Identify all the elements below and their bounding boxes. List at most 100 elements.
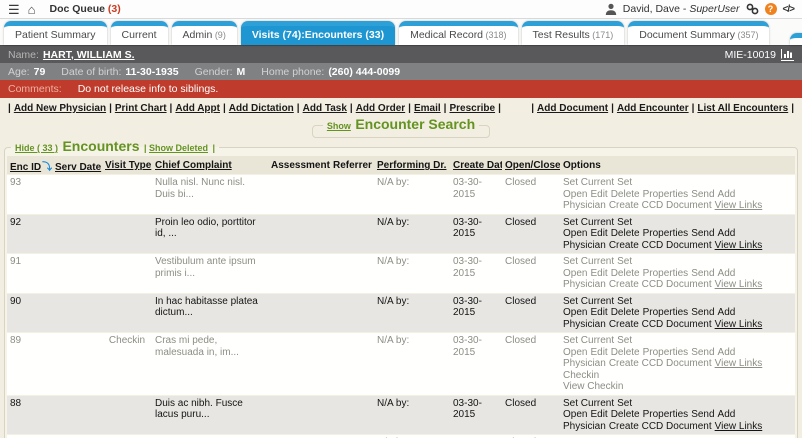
set-current-option-link[interactable]: Set Current <box>563 217 614 228</box>
list-all-encounters-link[interactable]: List All Encounters <box>697 103 788 114</box>
edit-option-link[interactable]: Edit <box>590 228 607 239</box>
add-order-link[interactable]: Add Order <box>356 103 405 114</box>
age-label: Age: <box>8 66 30 78</box>
delete-option-link[interactable]: Delete <box>611 409 640 420</box>
checkin-option-link[interactable]: Checkin <box>563 370 792 382</box>
column-label[interactable]: Chief Complaint <box>155 160 232 171</box>
tab-medical-record[interactable]: Medical Record (318) <box>399 21 517 45</box>
chief-complaint-cell: Cras mi pede, malesuada in, im... <box>152 333 268 396</box>
email-link[interactable]: Email <box>414 103 441 114</box>
create-ccd-document-option-link[interactable]: Create CCD Document <box>609 421 712 432</box>
view-links-option-link[interactable]: View Links <box>715 421 763 432</box>
show-deleted-toggle[interactable]: Show Deleted <box>149 143 208 153</box>
delete-option-link[interactable]: Delete <box>611 347 640 358</box>
set-current-option-link[interactable]: Set Current <box>563 177 614 188</box>
column-label[interactable]: Performing Dr. <box>377 160 446 171</box>
serv-date-cell <box>52 293 102 333</box>
properties-option-link[interactable]: Properties <box>643 347 689 358</box>
tab-patient-summary[interactable]: Patient Summary <box>4 21 107 45</box>
set-current-option-link[interactable]: Set Current <box>563 335 614 346</box>
send-option-link[interactable]: Send <box>691 409 714 420</box>
hide-encounters-toggle[interactable]: Hide ( 33 ) <box>15 143 58 153</box>
edit-option-link[interactable]: Edit <box>590 347 607 358</box>
create-ccd-document-option-link[interactable]: Create CCD Document <box>609 240 712 251</box>
performing-dr-cell: N/A by: <box>374 435 450 438</box>
create-ccd-document-option-link[interactable]: Create CCD Document <box>609 319 712 330</box>
add-task-link[interactable]: Add Task <box>303 103 347 114</box>
add-encounter-link[interactable]: Add Encounter <box>617 103 689 114</box>
sort-arrow-icon[interactable]: ⤵ <box>42 162 52 173</box>
tab-visits-74-encounters-33[interactable]: Visits (74):Encounters (33) <box>241 21 395 45</box>
properties-option-link[interactable]: Properties <box>643 189 689 200</box>
set-current-option-link[interactable]: Set Current <box>563 296 614 307</box>
tab-overflow-sliver[interactable] <box>790 33 802 45</box>
set-current-option-link[interactable]: Set Current <box>563 398 614 409</box>
delete-option-link[interactable]: Delete <box>611 189 640 200</box>
add-document-link[interactable]: Add Document <box>537 103 608 114</box>
encounter-row-90: 90In hac habitasse platea dictum...N/A b… <box>7 293 795 333</box>
bar-chart-icon[interactable] <box>781 49 794 61</box>
tab-label: Patient Summary <box>15 29 96 41</box>
tab-current[interactable]: Current <box>111 21 168 45</box>
send-option-link[interactable]: Send <box>691 347 714 358</box>
prescribe-link[interactable]: Prescribe <box>449 103 495 114</box>
chain-link-icon[interactable] <box>746 3 759 15</box>
properties-option-link[interactable]: Properties <box>643 409 689 420</box>
hamburger-menu-icon[interactable]: ☰ <box>8 3 20 16</box>
send-option-link[interactable]: Send <box>691 189 714 200</box>
view-links-option-link[interactable]: View Links <box>715 240 763 251</box>
send-option-link[interactable]: Send <box>691 228 714 239</box>
column-label[interactable]: Enc ID <box>10 162 41 173</box>
properties-option-link[interactable]: Properties <box>643 268 689 279</box>
view-links-option-link[interactable]: View Links <box>715 279 763 290</box>
open-closed-cell: Closed <box>502 214 560 254</box>
set-current-option-link[interactable]: Set Current <box>563 256 614 267</box>
create-date-cell: 03-30-2015 <box>450 254 502 294</box>
view-links-option-link[interactable]: View Links <box>715 319 763 330</box>
properties-option-link[interactable]: Properties <box>643 228 689 239</box>
visit-type-cell <box>102 435 152 438</box>
patient-name-link[interactable]: HART, WILLIAM S. <box>43 49 135 61</box>
tab-document-summary[interactable]: Document Summary (357) <box>628 21 769 45</box>
delete-option-link[interactable]: Delete <box>611 268 640 279</box>
assessments-cell <box>268 293 330 333</box>
home-icon[interactable]: ⌂ <box>28 3 36 16</box>
properties-option-link[interactable]: Properties <box>643 307 689 318</box>
patient-name-bar: Name: HART, WILLIAM S. MIE-10019 <box>0 45 802 63</box>
add-appt-link[interactable]: Add Appt <box>175 103 220 114</box>
column-label[interactable]: Open/Closed <box>505 160 560 171</box>
view-links-option-link[interactable]: View Links <box>715 200 763 211</box>
current-user[interactable]: David, Dave - SuperUser <box>623 3 740 15</box>
name-label: Name: <box>8 49 39 61</box>
tab-test-results[interactable]: Test Results (171) <box>522 21 625 45</box>
edit-option-link[interactable]: Edit <box>590 268 607 279</box>
tab-admin[interactable]: Admin (9) <box>172 21 237 45</box>
edit-option-link[interactable]: Edit <box>590 307 607 318</box>
view-links-option-link[interactable]: View Links <box>715 358 763 369</box>
show-search-toggle[interactable]: Show <box>327 121 351 131</box>
create-ccd-document-option-link[interactable]: Create CCD Document <box>609 279 712 290</box>
send-option-link[interactable]: Send <box>691 307 714 318</box>
view-checkin-option-link[interactable]: View Checkin <box>563 381 792 393</box>
performing-dr-cell: N/A by: <box>374 254 450 294</box>
print-chart-link[interactable]: Print Chart <box>115 103 167 114</box>
help-icon[interactable]: ? <box>765 3 777 15</box>
send-option-link[interactable]: Send <box>691 268 714 279</box>
delete-option-link[interactable]: Delete <box>611 228 640 239</box>
code-icon[interactable]: </> <box>783 4 794 15</box>
chief-complaint-cell: Duis ac nibh. Fusce lacus puru... <box>152 395 268 435</box>
column-label[interactable]: Serv Date <box>55 162 101 173</box>
create-ccd-document-option-link[interactable]: Create CCD Document <box>609 200 712 211</box>
edit-option-link[interactable]: Edit <box>590 189 607 200</box>
create-date-cell: 03-30-2015 <box>450 435 502 438</box>
tab-label: Document Summary <box>639 29 735 41</box>
column-label[interactable]: Visit Type <box>105 160 151 171</box>
edit-option-link[interactable]: Edit <box>590 409 607 420</box>
add-new-physician-link[interactable]: Add New Physician <box>14 103 106 114</box>
create-ccd-document-option-link[interactable]: Create CCD Document <box>609 358 712 369</box>
visit-type-cell: Checkin <box>102 333 152 396</box>
doc-queue-link[interactable]: Doc Queue (3) <box>50 3 121 15</box>
delete-option-link[interactable]: Delete <box>611 307 640 318</box>
column-label[interactable]: Create Date <box>453 160 502 171</box>
add-dictation-link[interactable]: Add Dictation <box>229 103 294 114</box>
